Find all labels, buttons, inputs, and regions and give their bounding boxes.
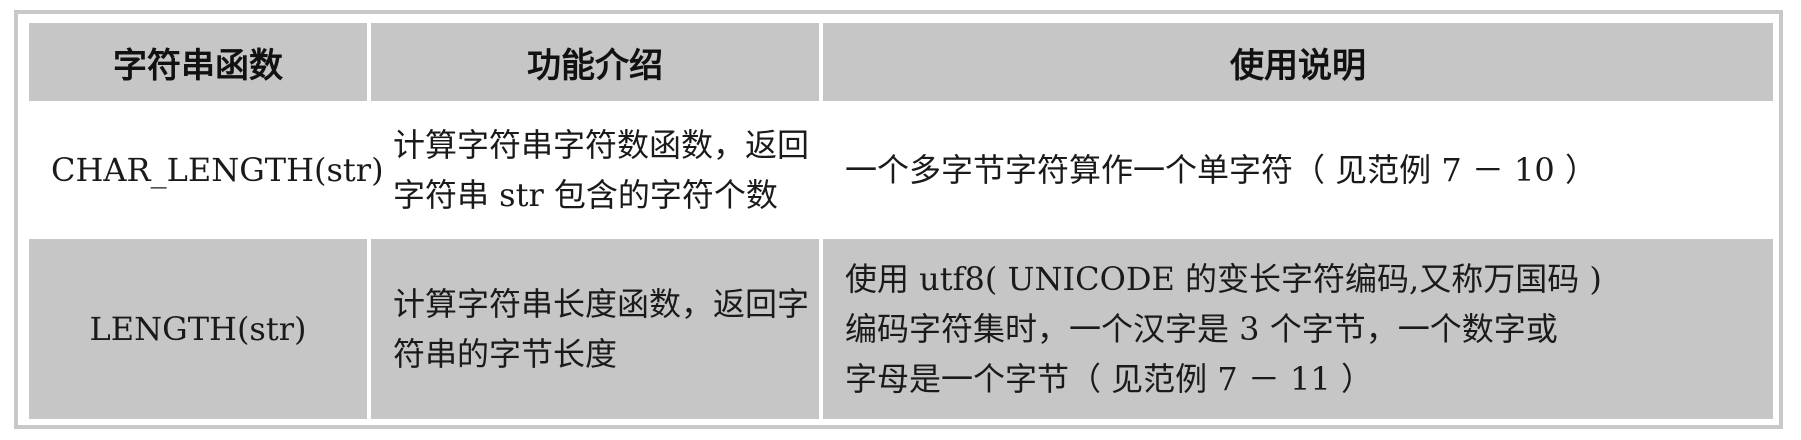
header-function: 字符串函数 xyxy=(29,23,371,101)
description-cell: 计算字符串长度函数，返回字 符串的字节长度 xyxy=(367,239,823,419)
description-line: 符串的字节长度 xyxy=(393,335,618,373)
header-usage: 使用说明 xyxy=(819,23,1773,101)
usage-cell: 使用 utf8( UNICODE 的变长字符编码,又称万国码 ) 编码字符集时，… xyxy=(819,239,1773,419)
description-line: 计算字符串字符数函数，返回 xyxy=(393,126,810,164)
header-description: 功能介绍 xyxy=(367,23,823,101)
usage-line: 一个多字节字符算作一个单字符（ 见范例 7 － 10 ） xyxy=(845,151,1597,189)
description-line: 计算字符串长度函数，返回字 xyxy=(393,285,810,323)
usage-line: 编码字符集时，一个汉字是 3 个字节，一个数字或 xyxy=(845,310,1558,348)
description-line: 字符串 str 包含的字符个数 xyxy=(393,176,778,214)
description-cell: 计算字符串字符数函数，返回 字符串 str 包含的字符个数 xyxy=(367,101,823,239)
table-row: LENGTH(str) 计算字符串长度函数，返回字 符串的字节长度 使用 utf… xyxy=(29,239,1773,419)
table-row: CHAR_LENGTH(str) 计算字符串字符数函数，返回 字符串 str 包… xyxy=(29,101,1773,239)
usage-line: 使用 utf8( UNICODE 的变长字符编码,又称万国码 ) xyxy=(845,260,1602,298)
table-header-row: 字符串函数 功能介绍 使用说明 xyxy=(29,23,1773,101)
string-functions-table: 字符串函数 功能介绍 使用说明 CHAR_LENGTH(str) 计算字符串字符… xyxy=(29,23,1773,419)
function-name-cell: CHAR_LENGTH(str) xyxy=(29,101,384,239)
usage-cell: 一个多字节字符算作一个单字符（ 见范例 7 － 10 ） xyxy=(819,101,1773,239)
usage-line: 字母是一个字节（ 见范例 7 － 11 ） xyxy=(845,360,1373,398)
function-name-cell: LENGTH(str) xyxy=(29,239,371,419)
